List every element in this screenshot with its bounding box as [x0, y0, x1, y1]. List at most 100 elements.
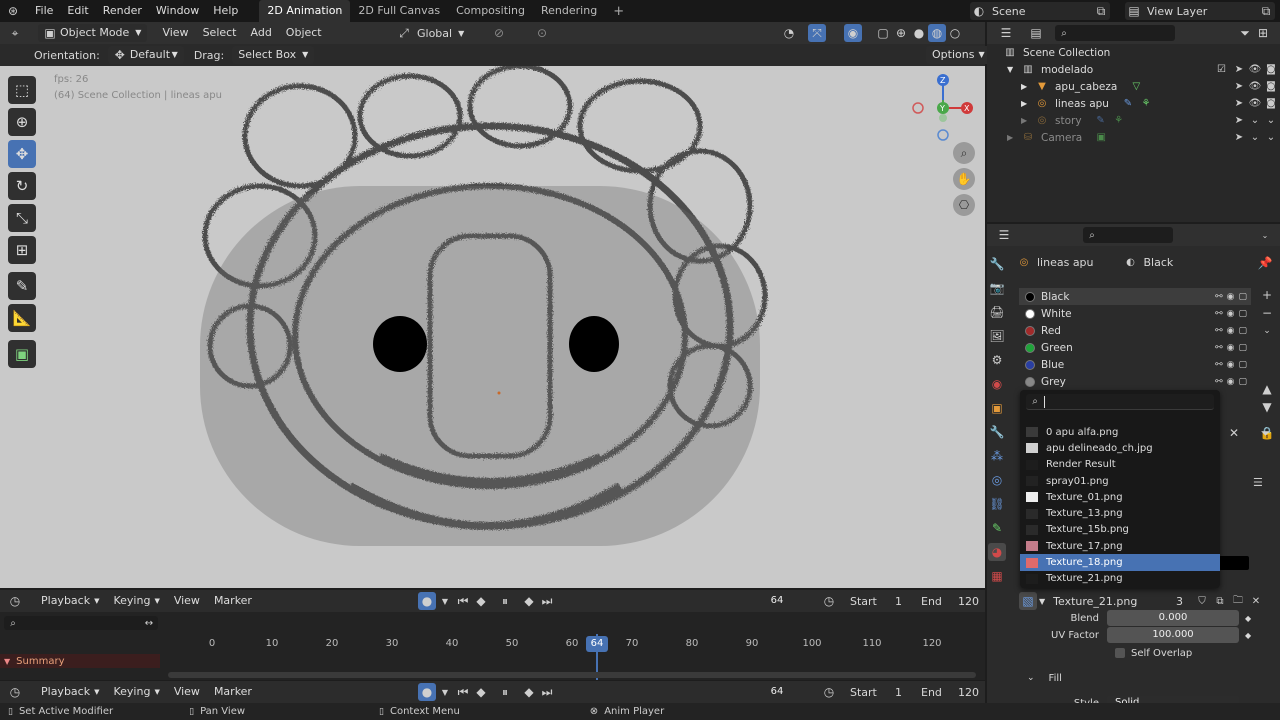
- copy-scene-icon[interactable]: ⧉: [1092, 2, 1110, 20]
- outliner-search[interactable]: ⌕: [1055, 25, 1175, 41]
- start-frame-field-2[interactable]: Start 1: [842, 684, 912, 700]
- menu-help[interactable]: Help: [206, 0, 245, 22]
- view-layer-tab-icon[interactable]: 🖼: [988, 327, 1006, 345]
- move-down-icon[interactable]: ▼: [1258, 398, 1276, 416]
- scene-selector[interactable]: ◐ Scene ⧉: [970, 2, 1110, 20]
- eye-icon[interactable]: 👁: [1248, 81, 1262, 92]
- material-slot-green[interactable]: Green ⚯ ◉ ▢: [1019, 339, 1251, 356]
- rotate-tool-icon[interactable]: ↻: [8, 172, 36, 200]
- timeline-menu-playback[interactable]: Playback ▼: [34, 590, 106, 612]
- timeline-menu-keying[interactable]: Keying ▼: [106, 590, 166, 612]
- link-icon[interactable]: ⚯: [1215, 377, 1223, 387]
- mode-selector[interactable]: ▣ Object Mode ▼: [38, 24, 148, 42]
- chevron-down-icon[interactable]: ⏷: [1257, 425, 1275, 443]
- world-tab-icon[interactable]: ◉: [988, 375, 1006, 393]
- eye-icon[interactable]: ◉: [1227, 292, 1235, 302]
- eye-icon[interactable]: ◉: [1227, 309, 1235, 319]
- lock-icon[interactable]: ▢: [1238, 326, 1247, 336]
- clock-icon[interactable]: ◷: [820, 683, 838, 701]
- current-frame-field-2[interactable]: 64: [742, 684, 812, 700]
- next-keyframe-icon[interactable]: ◆: [520, 592, 538, 610]
- zoom-icon[interactable]: ⌕: [953, 142, 975, 164]
- image-list[interactable]: 0 apu alfa.png apu delineado_ch.jpg Render…: [1020, 424, 1220, 587]
- material-slot-black[interactable]: Black ⚯ ◉ ▢: [1019, 288, 1251, 305]
- orientation-dropdown[interactable]: ✥ Default ▼: [107, 46, 184, 64]
- workspace-tab-compositing[interactable]: Compositing: [448, 0, 533, 22]
- chevron-down-icon[interactable]: ▼: [1039, 597, 1045, 606]
- image-search-input[interactable]: ⌕: [1026, 394, 1214, 410]
- move-up-icon[interactable]: ▲: [1258, 380, 1276, 398]
- chevron-down-icon[interactable]: ▼: [436, 683, 454, 701]
- record-icon[interactable]: ●: [418, 592, 436, 610]
- self-overlap-row[interactable]: Self Overlap: [1115, 645, 1192, 661]
- select-icon[interactable]: ➤: [1232, 132, 1246, 143]
- material-slot-red[interactable]: Red ⚯ ◉ ▢: [1019, 322, 1251, 339]
- rendered-shading-icon[interactable]: ○: [946, 24, 964, 42]
- overlay-icon[interactable]: ◉: [844, 24, 862, 42]
- material-tab-icon[interactable]: ◕: [988, 543, 1006, 561]
- render-tab-icon[interactable]: 📷: [988, 279, 1006, 297]
- eye-hidden-icon[interactable]: ⌄: [1248, 132, 1262, 143]
- eye-icon[interactable]: ◉: [1227, 360, 1235, 370]
- timeline-menu-view[interactable]: View: [167, 590, 207, 612]
- link-icon[interactable]: ⚯: [1215, 360, 1223, 370]
- checkbox-icon[interactable]: ☑: [1217, 64, 1226, 75]
- clock-icon[interactable]: ◷: [820, 592, 838, 610]
- end-frame-field[interactable]: End 120: [915, 593, 983, 609]
- annotate-tool-icon[interactable]: ✎: [8, 272, 36, 300]
- editor-type-icon[interactable]: ◷: [6, 592, 24, 610]
- viewport-menu-object[interactable]: Object: [279, 22, 329, 44]
- move-tool-icon[interactable]: ✥: [8, 140, 36, 168]
- duplicate-icon[interactable]: ⧉: [1211, 592, 1229, 610]
- image-item-apu-delineado-ch-jpg[interactable]: apu delineado_ch.jpg: [1020, 440, 1220, 456]
- physics-tab-icon[interactable]: ◎: [988, 471, 1006, 489]
- remove-slot-icon[interactable]: −: [1258, 304, 1276, 322]
- eye-hidden-icon[interactable]: ⌄: [1248, 115, 1262, 126]
- cursor-tool-icon[interactable]: ⊕: [8, 108, 36, 136]
- prev-keyframe-icon[interactable]: ◆: [472, 592, 490, 610]
- object-tab-icon[interactable]: ▣: [988, 399, 1006, 417]
- scene-tab-icon[interactable]: ⚙: [988, 351, 1006, 369]
- checkbox-icon[interactable]: [1115, 648, 1125, 658]
- transform-tool-icon[interactable]: ⊞: [8, 236, 36, 264]
- timeline-menu-playback[interactable]: Playback ▼: [34, 681, 106, 703]
- expand-icon[interactable]: ▶: [1021, 116, 1033, 125]
- lock-icon[interactable]: ▢: [1238, 343, 1247, 353]
- material-shading-icon[interactable]: ◍: [928, 24, 946, 42]
- menu-window[interactable]: Window: [149, 0, 206, 22]
- summary-channel[interactable]: ▼ Summary: [0, 654, 160, 668]
- outliner-item-lineas-apu[interactable]: ▶ ◎ lineas apu ✎ ⚘ ➤ 👁 ◙: [987, 95, 1280, 112]
- timeline-menu-view[interactable]: View: [167, 681, 207, 703]
- record-icon[interactable]: ●: [418, 683, 436, 701]
- editor-type-icon[interactable]: ⌖: [6, 24, 24, 42]
- options-button[interactable]: Options ▼: [926, 46, 991, 64]
- end-frame-field-2[interactable]: End 120: [915, 684, 983, 700]
- viewport-menu-view[interactable]: View: [155, 22, 195, 44]
- transform-orientation[interactable]: ⤢ Global ▼: [395, 24, 464, 42]
- image-item-render-result[interactable]: Render Result: [1020, 457, 1220, 473]
- texture-tab-icon[interactable]: ▦: [988, 567, 1006, 585]
- expand-icon[interactable]: ▶: [1021, 99, 1033, 108]
- chevron-down-icon[interactable]: ⌄: [1256, 226, 1274, 244]
- playhead-label[interactable]: 64: [586, 636, 608, 652]
- pin-icon[interactable]: 📌: [1256, 254, 1274, 272]
- lock-icon[interactable]: ▢: [1238, 377, 1247, 387]
- add-cube-tool-icon[interactable]: ▣: [8, 340, 36, 368]
- unlink-icon[interactable]: ✕: [1225, 424, 1243, 442]
- link-icon[interactable]: ⚯: [1215, 343, 1223, 353]
- menu-render[interactable]: Render: [96, 0, 149, 22]
- workspace-tab-rendering[interactable]: Rendering: [533, 0, 605, 22]
- scene-collection-row[interactable]: ▥ Scene Collection: [987, 44, 1280, 61]
- open-folder-icon[interactable]: 🗀: [1229, 592, 1247, 610]
- prev-keyframe-icon[interactable]: ◆: [472, 683, 490, 701]
- image-item-texture-18-png[interactable]: Texture_18.png: [1020, 554, 1220, 571]
- jump-end-icon[interactable]: ⏭: [538, 592, 556, 610]
- image-item-texture-21-png[interactable]: Texture_21.png: [1020, 571, 1220, 587]
- outliner-item-apu-cabeza[interactable]: ▶ ▼ apu_cabeza ▽ ➤ 👁 ◙: [987, 78, 1280, 95]
- scale-tool-icon[interactable]: ⤡: [8, 204, 36, 232]
- lock-icon[interactable]: ▢: [1238, 292, 1247, 302]
- timeline-menu-marker[interactable]: Marker: [207, 590, 259, 612]
- link-icon[interactable]: ⚯: [1215, 309, 1223, 319]
- start-frame-field[interactable]: Start 1: [842, 593, 912, 609]
- texture-image-field[interactable]: ▧ ▼ Texture_21.png 3 ⛉ ⧉ 🗀 ✕: [1019, 592, 1265, 610]
